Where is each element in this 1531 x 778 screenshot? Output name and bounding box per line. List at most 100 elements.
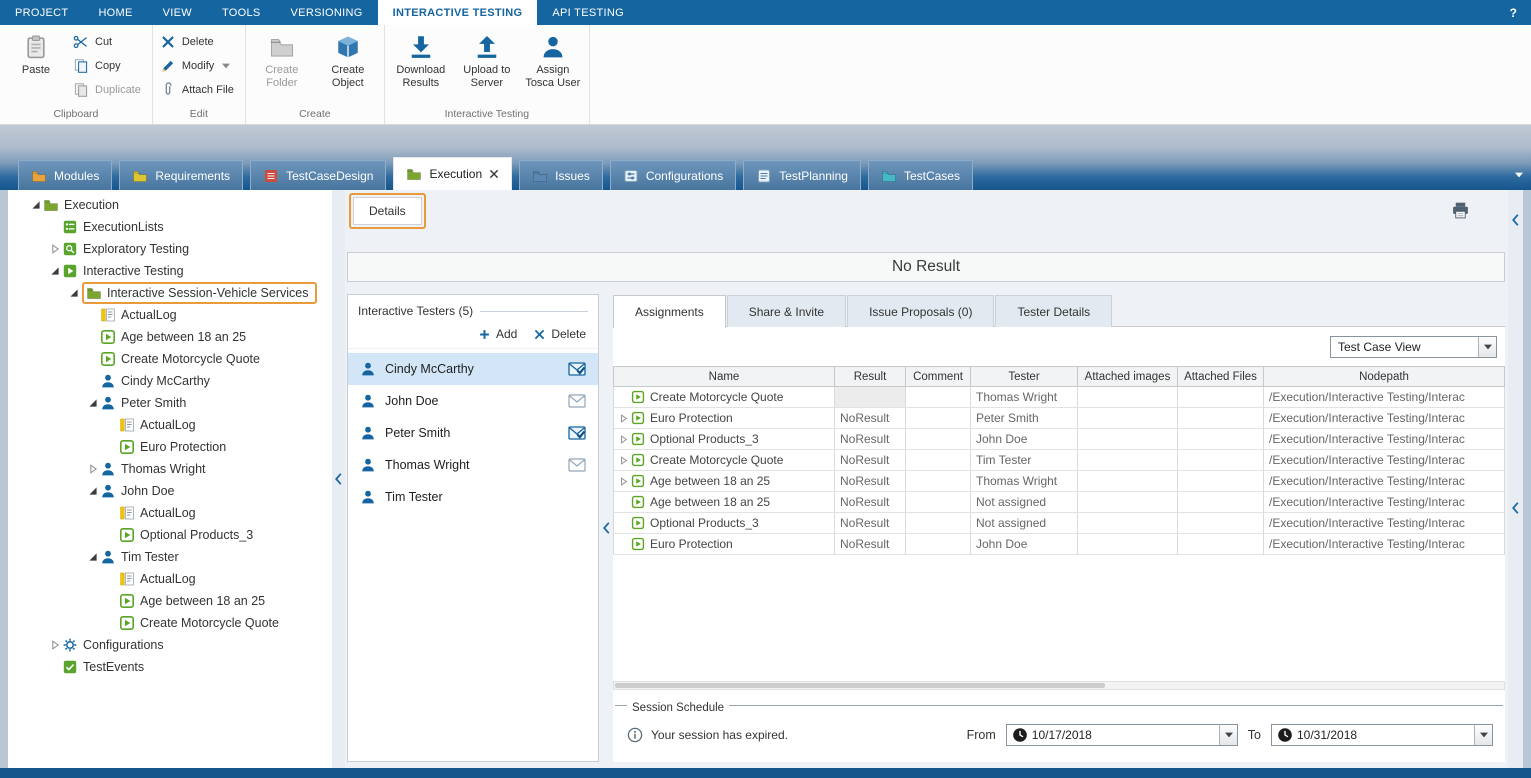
ribbon-button-assign-tosca-user[interactable]: Assign Tosca User <box>522 27 584 91</box>
tree-item-actuallog[interactable]: ActualLog <box>8 414 332 436</box>
add-tester-button[interactable]: Add <box>478 327 517 341</box>
ribbon-button-delete[interactable]: Delete <box>158 33 240 51</box>
expander-expanded-icon[interactable] <box>85 398 100 408</box>
column-header-tester[interactable]: Tester <box>971 366 1078 387</box>
tab-tester-details[interactable]: Tester Details <box>995 295 1112 327</box>
collapse-handle-icon[interactable] <box>1512 214 1519 226</box>
menu-api-testing[interactable]: API TESTING <box>537 0 639 25</box>
column-header-comment[interactable]: Comment <box>906 366 971 387</box>
testers-splitter[interactable] <box>600 294 613 762</box>
tree-item-tim-tester[interactable]: Tim Tester <box>8 546 332 568</box>
tree-item-age-between-18-an-25[interactable]: Age between 18 an 25 <box>8 590 332 612</box>
table-row[interactable]: Optional Products_3NoResultNot assigned/… <box>613 513 1505 534</box>
tab-assignments[interactable]: Assignments <box>613 295 726 328</box>
tree-splitter[interactable] <box>332 190 345 768</box>
expander-collapsed-icon[interactable] <box>47 244 62 254</box>
tree-item-actuallog[interactable]: ActualLog <box>8 502 332 524</box>
envelope-icon[interactable] <box>568 458 586 472</box>
tree-item-testevents[interactable]: TestEvents <box>8 656 332 678</box>
expander-expanded-icon[interactable] <box>28 200 43 210</box>
expander-expanded-icon[interactable] <box>85 552 100 562</box>
table-row[interactable]: Age between 18 an 25NoResultThomas Wrigh… <box>613 471 1505 492</box>
row-expander-icon[interactable] <box>616 414 631 423</box>
to-date-dropdown[interactable] <box>1474 725 1492 745</box>
tab-share-invite[interactable]: Share & Invite <box>727 295 846 327</box>
tree-item-peter-smith[interactable]: Peter Smith <box>8 392 332 414</box>
column-header-attached-files[interactable]: Attached Files <box>1178 366 1264 387</box>
to-date-picker[interactable]: 10/31/2018 <box>1271 724 1493 746</box>
view-selector-dropdown[interactable] <box>1478 337 1496 357</box>
expander-expanded-icon[interactable] <box>85 486 100 496</box>
tree-item-configurations[interactable]: Configurations <box>8 634 332 656</box>
tester-item-peter-smith[interactable]: Peter Smith <box>348 417 598 449</box>
tab-issue-proposals-0[interactable]: Issue Proposals (0) <box>847 295 994 327</box>
tree-item-actuallog[interactable]: ActualLog <box>8 568 332 590</box>
tree-item-john-doe[interactable]: John Doe <box>8 480 332 502</box>
table-row[interactable]: Create Motorcycle QuoteThomas Wright/Exe… <box>613 387 1505 408</box>
help-button[interactable]: ? <box>1496 0 1531 25</box>
workspace-tab-configurations[interactable]: Configurations <box>610 160 736 190</box>
tester-item-john-doe[interactable]: John Doe <box>348 385 598 417</box>
menu-project[interactable]: PROJECT <box>0 0 83 25</box>
expander-expanded-icon[interactable] <box>47 266 62 276</box>
ribbon-button-cut[interactable]: Cut <box>71 33 147 51</box>
table-row[interactable]: Euro ProtectionNoResultJohn Doe/Executio… <box>613 534 1505 555</box>
tree-item-thomas-wright[interactable]: Thomas Wright <box>8 458 332 480</box>
tab-overflow-chevron-icon[interactable] <box>1515 172 1523 178</box>
tree-item-create-motorcycle-quote[interactable]: Create Motorcycle Quote <box>8 612 332 634</box>
tree-item-exploratory-testing[interactable]: Exploratory Testing <box>8 238 332 260</box>
print-icon[interactable] <box>1451 201 1470 220</box>
column-header-name[interactable]: Name <box>613 366 835 387</box>
ribbon-button-duplicate[interactable]: Duplicate <box>71 81 147 99</box>
row-expander-icon[interactable] <box>616 477 631 486</box>
expander-collapsed-icon[interactable] <box>85 464 100 474</box>
close-icon[interactable] <box>489 169 499 179</box>
envelope-icon[interactable] <box>568 394 586 408</box>
tester-item-cindy-mccarthy[interactable]: Cindy McCarthy <box>348 353 598 385</box>
workspace-tab-testplanning[interactable]: TestPlanning <box>743 160 861 190</box>
row-expander-icon[interactable] <box>616 456 631 465</box>
tree-item-interactive-testing[interactable]: Interactive Testing <box>8 260 332 282</box>
column-header-nodepath[interactable]: Nodepath <box>1264 366 1505 387</box>
ribbon-button-upload-to-server[interactable]: Upload to Server <box>456 27 518 91</box>
ribbon-button-create-object[interactable]: Create Object <box>317 27 379 91</box>
workspace-tab-requirements[interactable]: Requirements <box>119 160 243 190</box>
tree-item-euro-protection[interactable]: Euro Protection <box>8 436 332 458</box>
envelope-checked-icon[interactable] <box>568 362 586 376</box>
tree-item-age-between-18-an-25[interactable]: Age between 18 an 25 <box>8 326 332 348</box>
collapse-handle-icon[interactable] <box>335 473 342 485</box>
workspace-tab-testcasedesign[interactable]: TestCaseDesign <box>250 160 386 190</box>
envelope-checked-icon[interactable] <box>568 426 586 440</box>
tree-item-interactive-session-vehicle-services[interactable]: Interactive Session-Vehicle Services <box>8 282 332 304</box>
view-selector[interactable]: Test Case View <box>1330 336 1497 358</box>
tree-item-execution[interactable]: Execution <box>8 194 332 216</box>
from-date-dropdown[interactable] <box>1219 725 1237 745</box>
ribbon-button-paste[interactable]: Paste <box>5 27 67 79</box>
expander-expanded-icon[interactable] <box>66 288 81 298</box>
ribbon-button-attach-file[interactable]: Attach File <box>158 81 240 99</box>
from-date-picker[interactable]: 10/17/2018 <box>1006 724 1238 746</box>
row-expander-icon[interactable] <box>616 435 631 444</box>
horizontal-scrollbar[interactable] <box>613 681 1505 690</box>
menu-tools[interactable]: TOOLS <box>207 0 276 25</box>
tree-item-actuallog[interactable]: ActualLog <box>8 304 332 326</box>
collapse-handle-icon[interactable] <box>603 522 610 534</box>
menu-view[interactable]: VIEW <box>148 0 207 25</box>
tree-item-cindy-mccarthy[interactable]: Cindy McCarthy <box>8 370 332 392</box>
ribbon-button-download-results[interactable]: Download Results <box>390 27 452 91</box>
details-tab[interactable]: Details <box>353 197 422 225</box>
tester-item-tim-tester[interactable]: Tim Tester <box>348 481 598 513</box>
expander-collapsed-icon[interactable] <box>47 640 62 650</box>
delete-tester-button[interactable]: Delete <box>533 327 586 341</box>
ribbon-button-modify[interactable]: Modify <box>158 57 240 75</box>
ribbon-button-create-folder[interactable]: Create Folder <box>251 27 313 91</box>
tree-item-create-motorcycle-quote[interactable]: Create Motorcycle Quote <box>8 348 332 370</box>
menu-home[interactable]: HOME <box>83 0 147 25</box>
table-row[interactable]: Optional Products_3NoResultJohn Doe/Exec… <box>613 429 1505 450</box>
table-row[interactable]: Euro ProtectionNoResultPeter Smith/Execu… <box>613 408 1505 429</box>
workspace-tab-execution[interactable]: Execution <box>393 157 512 190</box>
tree-item-executionlists[interactable]: ExecutionLists <box>8 216 332 238</box>
workspace-tab-issues[interactable]: Issues <box>519 160 603 190</box>
column-header-attached-images[interactable]: Attached images <box>1078 366 1178 387</box>
table-row[interactable]: Age between 18 an 25NoResultNot assigned… <box>613 492 1505 513</box>
